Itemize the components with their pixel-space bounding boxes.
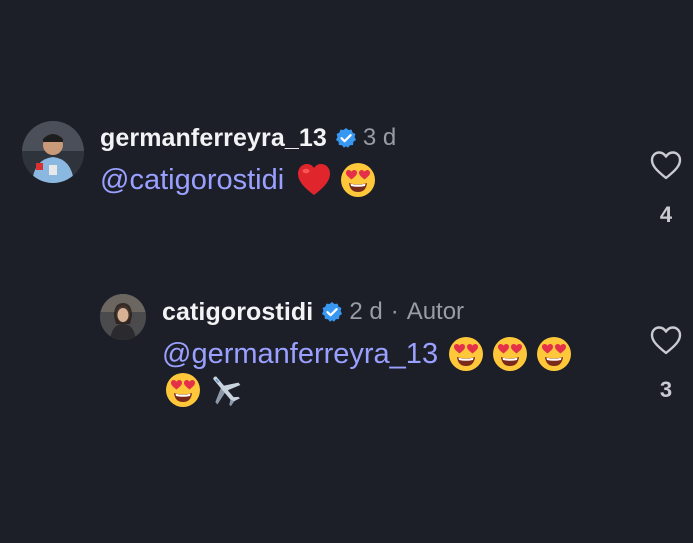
like-count: 3 <box>659 377 673 402</box>
username[interactable]: germanferreyra_13 <box>100 124 327 153</box>
comment-text: @catigorostidi <box>100 160 376 200</box>
reply-comment-item: catigorostidi 2 d · Autor @germanferreyr… <box>0 260 693 543</box>
verified-badge-icon <box>321 301 343 323</box>
heart-eyes-face-icon <box>536 336 572 372</box>
comment-text-line-2 <box>162 370 243 410</box>
comments-thread: germanferreyra_13 3 d @catigorostidi 4 c… <box>0 0 693 543</box>
heart-eyes-face-icon <box>165 372 201 408</box>
verified-badge-icon <box>335 127 357 149</box>
avatar-image <box>22 121 84 183</box>
like-heart-icon[interactable] <box>649 324 683 356</box>
mention-link[interactable]: @germanferreyra_13 <box>162 338 438 371</box>
mention-link[interactable]: @catigorostidi <box>100 164 284 197</box>
avatar-image <box>100 294 146 340</box>
comment-time: 3 d <box>362 124 397 151</box>
heart-eyes-face-icon <box>448 336 484 372</box>
airplane-icon <box>207 372 243 408</box>
comment-item: germanferreyra_13 3 d @catigorostidi 4 <box>0 0 693 260</box>
heart-eyes-face-icon <box>492 336 528 372</box>
red-heart-icon <box>296 162 332 198</box>
heart-eyes-face-icon <box>340 162 376 198</box>
meta-separator: · <box>390 298 399 325</box>
avatar[interactable] <box>22 121 84 183</box>
like-count: 4 <box>659 202 673 227</box>
like-heart-icon[interactable] <box>649 149 683 181</box>
avatar[interactable] <box>100 294 146 340</box>
comment-time: 2 d <box>349 298 383 325</box>
author-label: Autor <box>406 298 465 325</box>
username[interactable]: catigorostidi <box>162 298 313 327</box>
comment-text-line-1: @germanferreyra_13 <box>162 334 572 374</box>
comment-header: catigorostidi 2 d · Autor <box>162 295 464 329</box>
comment-header: germanferreyra_13 3 d <box>100 121 396 155</box>
